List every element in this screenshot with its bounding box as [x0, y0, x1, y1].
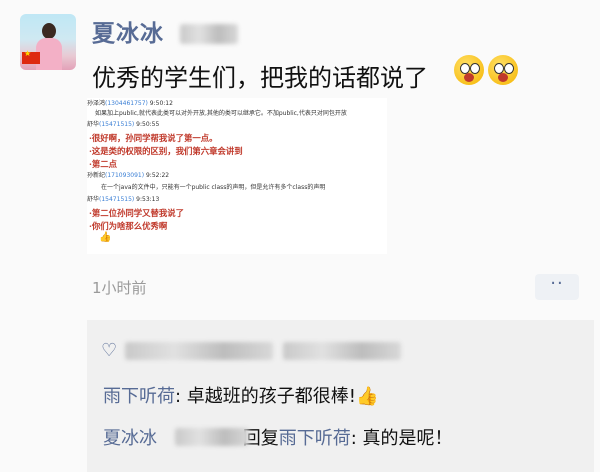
more-actions-button[interactable]: ·· [535, 274, 579, 300]
chat-message: ·很好啊，孙同学帮我说了第一点。 [89, 133, 218, 143]
chat-sender-line: 孙泽鸿(1304461757) 9:50:12 [87, 100, 173, 109]
chat-message: ·第二位孙同学又替我说了 [89, 208, 185, 218]
chat-sender-name: 舒华 [87, 121, 100, 128]
chat-sender-name: 舒华 [87, 196, 100, 203]
chat-time: 9:50:55 [136, 121, 160, 128]
avatar-head [42, 23, 56, 39]
smile-emoji-icon [454, 55, 484, 85]
more-dots-icon: ·· [550, 273, 564, 294]
comment-text: 卓越班的孩子都很棒! [186, 386, 357, 407]
thumbs-up-icon: 👍 [356, 386, 379, 407]
comment-author[interactable]: 夏冰冰 [103, 428, 157, 449]
chat-sender-line: 舒华(15471515) 9:53:13 [87, 196, 159, 205]
comment-item[interactable]: 雨下听荷: 卓越班的孩子都很棒!👍 [103, 382, 378, 408]
chat-sender-line: 孙新纪(171093091) 9:52:22 [87, 172, 169, 181]
comments-section: ♡ 雨下听荷: 卓越班的孩子都很棒!👍 夏冰冰 回复雨下听荷: 真的是呢！ [87, 320, 594, 472]
heart-icon: ♡ [101, 340, 118, 361]
redacted-name-suffix [180, 24, 238, 44]
post-time: 1小时前 [92, 279, 147, 297]
moments-post: 夏冰冰 优秀的学生们，把我的话都说了 孙泽鸿(1304461757) 9:50:… [0, 0, 600, 472]
chat-message: 如果加上public,就代表此类可以对外开放,其他的类可以继承它。不加publi… [95, 110, 347, 117]
post-text: 优秀的学生们，把我的话都说了 [92, 64, 428, 92]
chat-message: ·这是类的权限的区别，我们第六章会讲到 [89, 146, 243, 156]
likes-row: ♡ [101, 340, 117, 361]
comment-separator: : [350, 428, 363, 449]
chat-message: ·你们为啥那么优秀啊 [89, 221, 168, 231]
redacted-name-suffix [175, 428, 249, 446]
chat-sender-id: (15471515) [99, 196, 135, 203]
comment-text: 真的是呢！ [362, 428, 453, 449]
smile-emoji-icon [488, 55, 518, 85]
thumbs-up-icon: 👍 [99, 232, 112, 243]
chat-message: 在一个java的文件中，只能有一个public class的声明，但是允许有多个… [101, 184, 326, 191]
chat-time: 9:53:13 [136, 196, 160, 203]
redacted-like-names [283, 342, 401, 360]
emoji-row [454, 55, 518, 85]
chat-sender-id: (15471515) [99, 121, 135, 128]
chat-sender-line: 舒华(15471515) 9:50:55 [87, 121, 159, 130]
chat-screenshot[interactable]: 孙泽鸿(1304461757) 9:50:12 如果加上public,就代表此类… [87, 98, 387, 254]
comment-separator: : [175, 386, 187, 407]
chat-time: 9:52:22 [145, 172, 170, 179]
chat-sender-id: (1304461757) [105, 100, 148, 107]
chat-sender-name: 孙新纪 [87, 172, 106, 179]
chat-time: 9:50:12 [149, 100, 173, 107]
redacted-like-names [125, 342, 273, 360]
chat-sender-name: 孙泽鸿 [87, 100, 106, 107]
post-author[interactable]: 夏冰冰 [92, 14, 164, 48]
chat-sender-id: (171093091) [105, 172, 145, 179]
comment-item[interactable]: 夏冰冰 回复雨下听荷: 真的是呢！ [103, 424, 453, 450]
reply-to-author[interactable]: 雨下听荷 [279, 428, 351, 449]
flag-icon [22, 49, 40, 64]
comment-author[interactable]: 雨下听荷 [103, 386, 175, 407]
avatar[interactable] [20, 14, 76, 70]
chat-message: ·第二点 [89, 159, 118, 169]
